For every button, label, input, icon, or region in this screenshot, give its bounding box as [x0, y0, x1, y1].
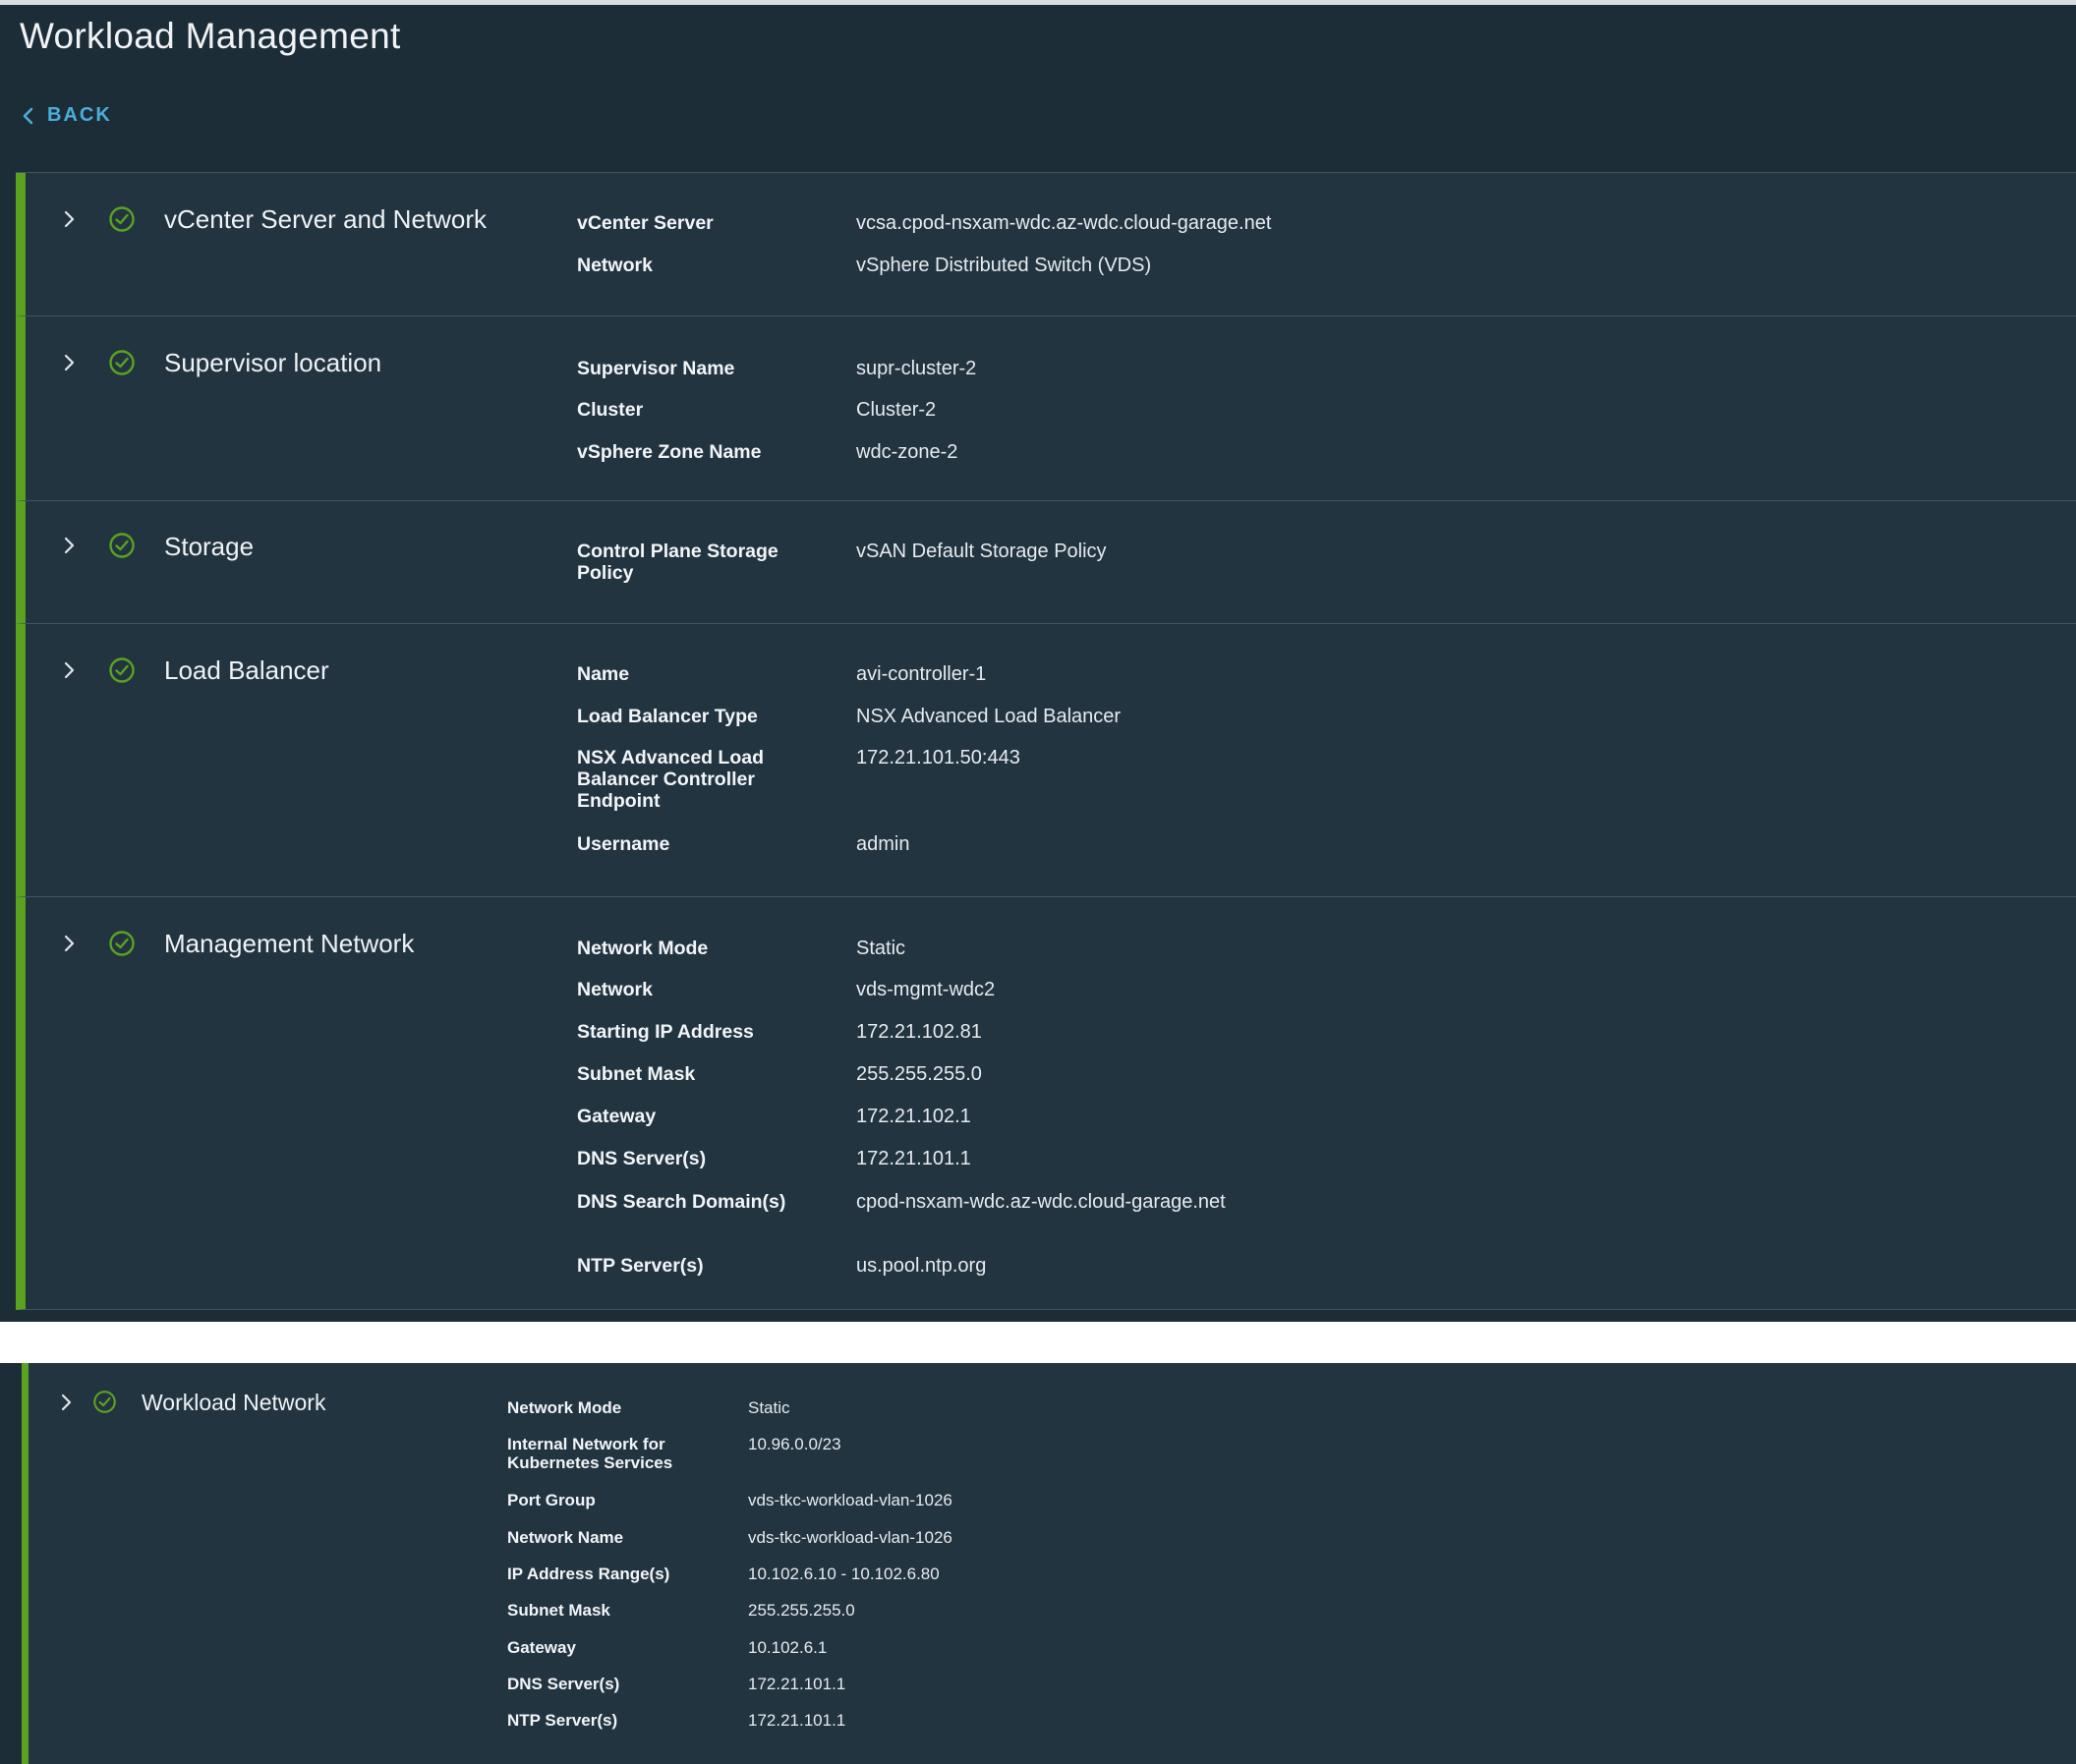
property-label: DNS Search Domain(s): [577, 1191, 786, 1213]
property-value: wdc-zone-2: [856, 441, 958, 463]
section-storage: Storage Control Plane Storage Policy vSA…: [16, 501, 2076, 624]
property-value: 10.96.0.0/23: [748, 1435, 841, 1453]
property-value: us.pool.ntp.org: [856, 1255, 987, 1277]
property-label: Name: [577, 663, 630, 685]
property-label: Network Name: [507, 1528, 624, 1547]
property-label: NSX Advanced Load Balancer Controller En…: [577, 747, 764, 812]
property-label: NTP Server(s): [577, 1255, 704, 1277]
property-label: Network Mode: [577, 938, 709, 959]
property-label: vSphere Zone Name: [577, 441, 762, 463]
section-vcenter-network: vCenter Server and Network vCenter Serve…: [16, 173, 2076, 316]
section-title[interactable]: Workload Network: [142, 1390, 325, 1416]
property-label: Subnet Mask: [577, 1063, 696, 1085]
section-title[interactable]: vCenter Server and Network: [164, 204, 487, 235]
property-value: cpod-nsxam-wdc.az-wdc.cloud-garage.net: [856, 1191, 1226, 1213]
section-title[interactable]: Load Balancer: [164, 655, 329, 686]
property-label: Gateway: [507, 1638, 576, 1657]
property-label: Cluster: [577, 399, 644, 421]
screenshot-separator: [0, 1322, 2076, 1363]
property-value: vcsa.cpod-nsxam-wdc.az-wdc.cloud-garage.…: [856, 212, 1272, 234]
chevron-right-icon[interactable]: [59, 934, 79, 953]
chevron-left-icon: [22, 107, 33, 125]
chevron-right-icon[interactable]: [59, 353, 79, 372]
property-value: vds-tkc-workload-vlan-1026: [748, 1528, 952, 1547]
back-label: BACK: [47, 104, 112, 126]
property-label: Network Mode: [507, 1398, 622, 1417]
section-title[interactable]: Management Network: [164, 929, 414, 959]
property-label: Subnet Mask: [507, 1601, 610, 1620]
check-circle-icon: [109, 350, 135, 375]
property-value: 172.21.101.1: [748, 1711, 846, 1730]
property-label: Port Group: [507, 1491, 596, 1509]
property-value: 172.21.101.1: [856, 1148, 971, 1169]
section-title[interactable]: Supervisor location: [164, 348, 381, 378]
property-value: vSphere Distributed Switch (VDS): [856, 255, 1152, 276]
property-value: vSAN Default Storage Policy: [856, 541, 1107, 562]
property-value: Static: [856, 938, 906, 959]
property-value: supr-cluster-2: [856, 358, 977, 379]
chevron-right-icon[interactable]: [59, 660, 79, 680]
property-label: DNS Server(s): [577, 1148, 707, 1169]
property-label: vCenter Server: [577, 212, 714, 234]
chevron-right-icon[interactable]: [59, 536, 79, 555]
property-value: vds-tkc-workload-vlan-1026: [748, 1491, 952, 1509]
property-value: 172.21.101.1: [748, 1675, 846, 1693]
property-value: avi-controller-1: [856, 663, 987, 685]
chevron-right-icon[interactable]: [56, 1393, 76, 1412]
summary-sections: vCenter Server and Network vCenter Serve…: [16, 172, 2076, 1310]
back-link[interactable]: BACK: [22, 104, 112, 127]
section-title[interactable]: Storage: [164, 532, 254, 562]
property-label: Network: [577, 979, 653, 1000]
chevron-right-icon[interactable]: [59, 209, 79, 229]
property-label: Starting IP Address: [577, 1021, 754, 1043]
property-label: Control Plane Storage Policy: [577, 541, 778, 584]
section-load-balancer: Load Balancer Name avi-controller-1 Load…: [16, 624, 2076, 897]
property-label: Network: [577, 255, 653, 276]
property-label: Supervisor Name: [577, 358, 735, 379]
workload-network-panel: Workload Network Network Mode Static Int…: [0, 1363, 2076, 1764]
check-circle-icon: [109, 657, 135, 683]
check-circle-icon: [93, 1391, 116, 1413]
property-label: IP Address Range(s): [507, 1565, 670, 1583]
property-value: Static: [748, 1398, 790, 1417]
page-title: Workload Management: [20, 16, 401, 56]
property-value: 172.21.102.81: [856, 1021, 982, 1043]
property-label: Gateway: [577, 1106, 657, 1127]
property-value: 255.255.255.0: [748, 1601, 855, 1620]
property-value: 172.21.101.50:443: [856, 747, 1020, 768]
check-circle-icon: [109, 931, 135, 956]
top-border: [0, 0, 2076, 5]
property-value: admin: [856, 833, 910, 855]
section-management-network: Management Network Network Mode Static N…: [16, 897, 2076, 1310]
property-label: Load Balancer Type: [577, 706, 758, 727]
check-circle-icon: [109, 533, 135, 558]
property-value: 10.102.6.1: [748, 1638, 828, 1657]
property-value: 10.102.6.10 - 10.102.6.80: [748, 1565, 940, 1583]
property-value: vds-mgmt-wdc2: [856, 979, 996, 1000]
section-workload-network: Workload Network Network Mode Static Int…: [22, 1363, 2076, 1764]
property-label: NTP Server(s): [507, 1711, 618, 1730]
section-supervisor-location: Supervisor location Supervisor Name supr…: [16, 316, 2076, 501]
property-label: Username: [577, 833, 670, 855]
property-label: DNS Server(s): [507, 1675, 620, 1693]
property-value: 172.21.102.1: [856, 1106, 971, 1127]
property-value: NSX Advanced Load Balancer: [856, 706, 1122, 727]
check-circle-icon: [109, 206, 135, 232]
property-label: Internal Network for Kubernetes Services: [507, 1435, 673, 1472]
property-value: Cluster-2: [856, 399, 937, 421]
property-value: 255.255.255.0: [856, 1063, 982, 1085]
